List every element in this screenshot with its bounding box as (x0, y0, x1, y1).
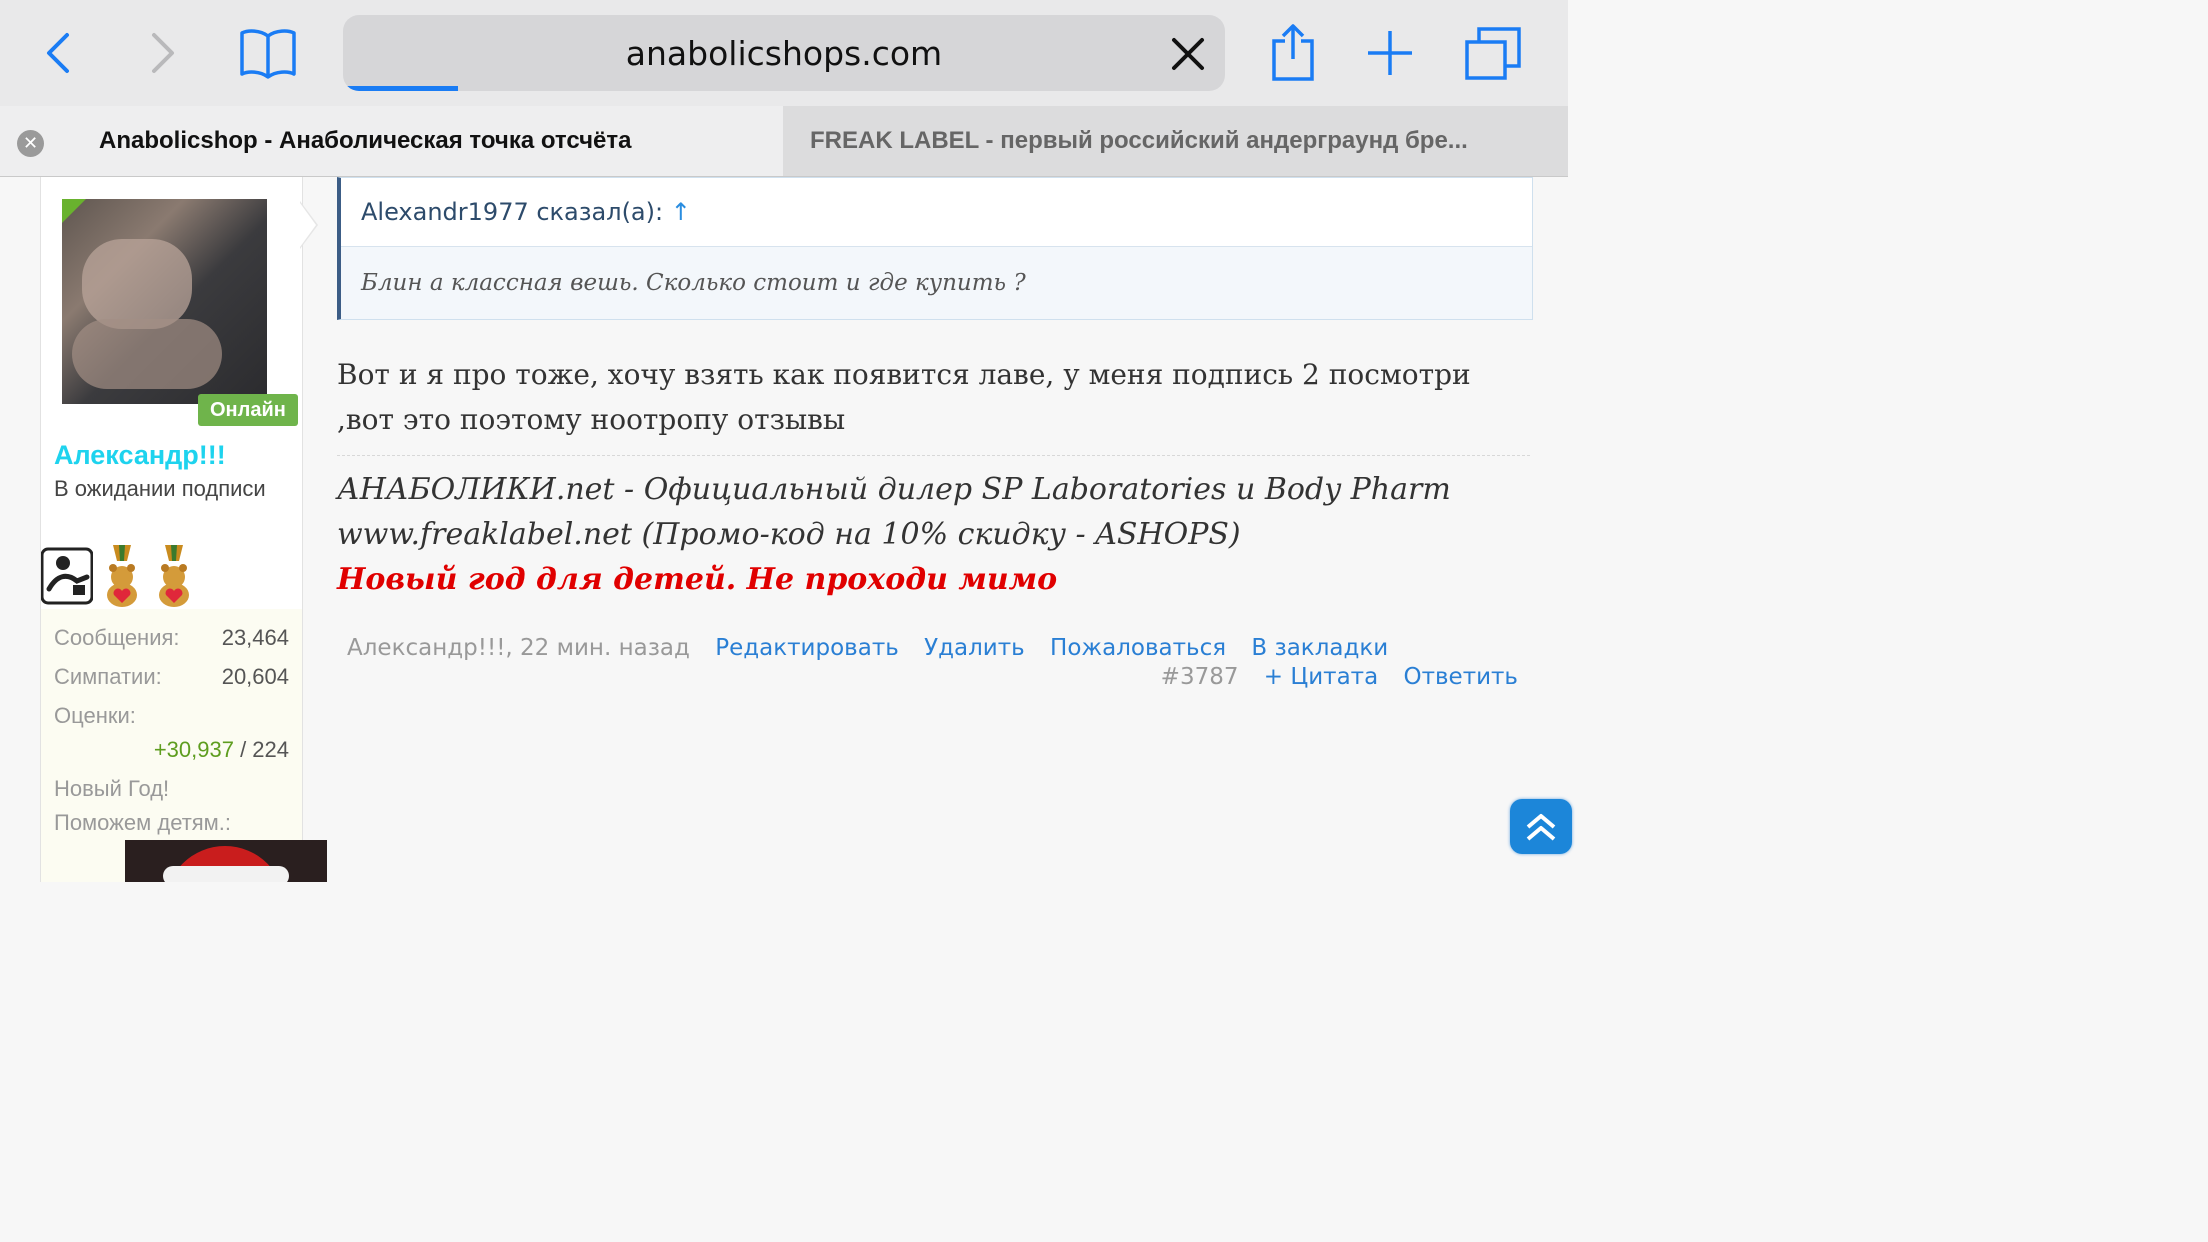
new-tab-icon[interactable] (1360, 22, 1420, 84)
avatar[interactable] (62, 199, 267, 404)
quote-button[interactable]: + Цитата (1264, 664, 1378, 690)
close-icon[interactable]: ✕ (17, 130, 44, 157)
teddy-medal-icon[interactable] (101, 545, 153, 607)
ratings-value: +30,937 / 224 (154, 737, 289, 763)
ratings-rest: / 224 (233, 737, 289, 762)
browser-toolbar: anabolicshops.com (0, 0, 1568, 106)
edit-link[interactable]: Редактировать (715, 635, 899, 661)
share-icon[interactable] (1263, 22, 1323, 84)
forward-icon[interactable] (133, 22, 193, 84)
charity-banner-image[interactable] (125, 840, 327, 882)
post-number-link[interactable]: #3787 (1161, 664, 1239, 690)
user-info-sidebar: Онлайн Александр!!! В ожидании подписи С… (40, 177, 327, 882)
dumbbell-trophy-icon[interactable] (40, 545, 94, 607)
teddy-medal-icon[interactable] (153, 545, 205, 607)
username-link[interactable]: Александр!!! (54, 440, 226, 471)
trophy-list (40, 545, 241, 607)
likes-count: 20,604 (221, 664, 289, 689)
tab-freaklabel[interactable]: FREAK LABEL - первый российский андергра… (783, 106, 1568, 176)
signature-line-1[interactable]: АНАБОЛИКИ.net - Официальный дилер SP Lab… (337, 467, 1532, 512)
tab-title: Anabolicshop - Анаболическая точка отсчё… (99, 127, 632, 154)
bookmarks-icon[interactable] (238, 22, 298, 84)
address-bar[interactable]: anabolicshops.com (343, 15, 1225, 91)
quote-text: Блин а классная вешь. Сколько стоит и гд… (341, 247, 1532, 319)
new-year-label: Новый Год! (54, 776, 170, 801)
online-badge: Онлайн (198, 394, 298, 426)
reply-button[interactable]: Ответить (1403, 664, 1518, 690)
quote-author: Alexandr1977 сказал(а): ↑ (341, 178, 1532, 247)
url-text: anabolicshops.com (625, 34, 943, 73)
signature-line-2[interactable]: www.freaklabel.net (Промо-код на 10% ски… (337, 512, 1532, 557)
signature-divider (337, 455, 1530, 456)
delete-link[interactable]: Удалить (924, 635, 1025, 661)
scroll-to-top-button[interactable] (1510, 799, 1572, 854)
quote-author-text: Alexandr1977 сказал(а): (361, 198, 671, 226)
double-chevron-up-icon (1526, 813, 1556, 841)
post-meta: Александр!!!, 22 мин. назад Редактироват… (347, 635, 1388, 661)
quote-block: Alexandr1977 сказал(а): ↑ Блин а классна… (337, 177, 1533, 320)
messages-label: Сообщения: (54, 625, 180, 650)
tab-anabolicshop[interactable]: ✕ Anabolicshop - Анаболическая точка отс… (0, 106, 783, 176)
post-actions: #3787 + Цитата Ответить (1161, 664, 1518, 690)
help-children-label: Поможем детям.: (54, 810, 232, 835)
tab-bar: ✕ Anabolicshop - Анаболическая точка отс… (0, 106, 1568, 177)
clear-icon[interactable] (1169, 35, 1207, 73)
signature: АНАБОЛИКИ.net - Официальный дилер SP Lab… (337, 467, 1532, 602)
jump-to-quote-icon[interactable]: ↑ (671, 198, 691, 226)
load-progress-bar (343, 86, 458, 91)
post-author-time[interactable]: Александр!!!, 22 мин. назад (347, 635, 690, 661)
tab-title: FREAK LABEL - первый российский андергра… (810, 127, 1468, 154)
tabs-icon[interactable] (1463, 22, 1523, 84)
bookmark-link[interactable]: В закладки (1251, 635, 1388, 661)
messages-count[interactable]: 23,464 (222, 625, 289, 651)
ratings-label: Оценки: (54, 703, 136, 728)
message-pointer-fill (300, 203, 316, 247)
report-link[interactable]: Пожаловаться (1050, 635, 1226, 661)
page-content: Онлайн Александр!!! В ожидании подписи С… (0, 177, 1572, 882)
likes-label: Симпатии: (54, 664, 162, 689)
online-corner-indicator (62, 199, 86, 223)
back-icon[interactable] (28, 22, 88, 84)
user-title: В ожидании подписи (54, 476, 266, 501)
message-text: Вот и я про тоже, хочу взять как появитс… (337, 358, 1471, 436)
ratings-positive: +30,937 (153, 737, 234, 762)
signature-line-3[interactable]: Новый год для детей. Не проходи мимо (337, 557, 1532, 602)
